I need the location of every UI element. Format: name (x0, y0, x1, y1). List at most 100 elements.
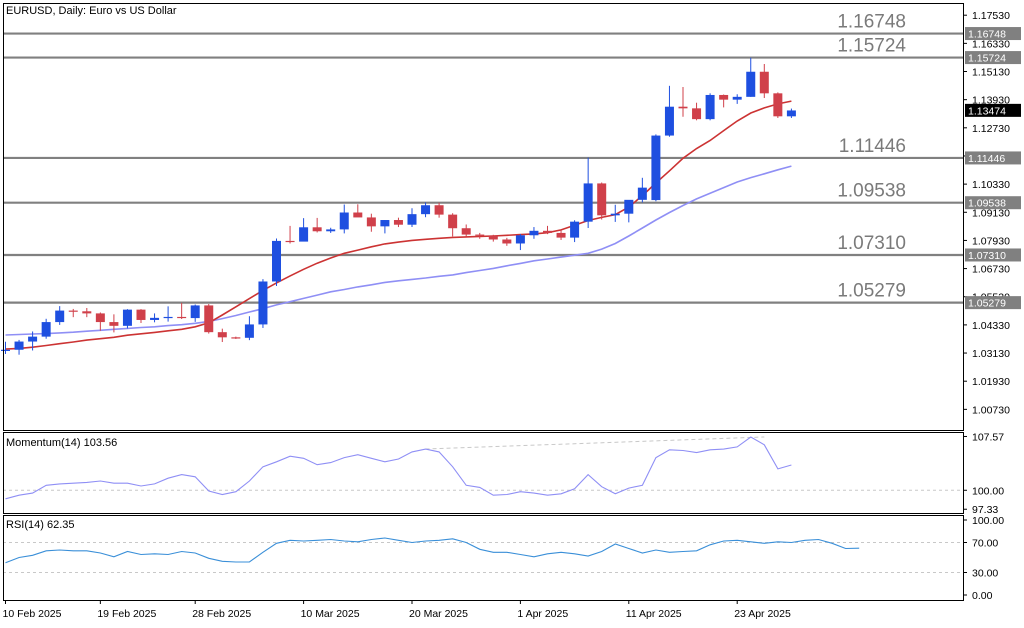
candle-body (177, 316, 187, 319)
price-tick-label: 1.15130 (972, 67, 1010, 79)
candle-body (515, 235, 525, 244)
candle-body (393, 220, 403, 225)
level-tag-label: 1.16748 (968, 29, 1006, 41)
level-label: 1.11446 (839, 136, 906, 157)
level-tag-label: 1.07310 (968, 250, 1006, 262)
candle-body (692, 108, 702, 120)
candle-body (732, 96, 742, 100)
date-tick-label: 11 Apr 2025 (626, 608, 682, 620)
candle-body (529, 230, 539, 236)
candle-body (461, 228, 471, 235)
candle-body (583, 183, 593, 222)
candle-body (231, 337, 241, 339)
candle-body (299, 227, 309, 242)
rsi-tick-label: 0.00 (972, 590, 993, 602)
level-tag-label: 1.09538 (968, 198, 1006, 210)
candle-body (610, 213, 620, 216)
level-tag-label: 1.11446 (968, 153, 1005, 165)
candle-body (556, 232, 566, 238)
candle-body (68, 310, 78, 312)
candle-body (326, 229, 336, 232)
candle-body (150, 317, 160, 320)
level-label: 1.05279 (837, 281, 906, 302)
momentum-label: Momentum(14) 103.56 (6, 437, 117, 449)
candle-body (366, 217, 376, 227)
candle-body (41, 322, 51, 337)
candle-body (786, 110, 796, 117)
candle-body (244, 324, 254, 338)
candle-body (55, 310, 65, 323)
candle-body (434, 205, 444, 215)
candle-body (664, 106, 674, 136)
candle-body (759, 71, 769, 94)
price-tick-label: 1.07930 (972, 235, 1010, 247)
price-tick-label: 1.03130 (972, 348, 1010, 360)
level-tag-label: 1.15724 (968, 53, 1006, 65)
chart-window: 1.16748 1.15724 1.11446 1.09538 1.07310 1.052… (0, 0, 1024, 623)
date-tick-label: 28 Feb 2025 (192, 608, 251, 620)
price-tick-label: 1.17530 (972, 10, 1010, 22)
momentum-tick-label: 107.57 (972, 431, 1004, 443)
candle-body (421, 205, 431, 215)
price-tick-label: 1.00730 (972, 404, 1010, 416)
level-tag-label: 1.05279 (968, 298, 1006, 310)
date-tick-label: 23 Apr 2025 (734, 608, 791, 620)
candle-body (272, 240, 281, 282)
candle-body (380, 220, 390, 227)
chart-canvas: 1.16748 1.15724 1.11446 1.09538 1.07310 1.052… (1, 3, 1021, 620)
level-label: 1.15724 (837, 36, 906, 57)
candle-body (353, 212, 363, 218)
candle-body (163, 316, 173, 319)
date-tick-label: 1 Apr 2025 (517, 608, 568, 620)
date-tick-label: 10 Mar 2025 (301, 608, 360, 620)
candle-body (502, 239, 512, 244)
candle-body (746, 71, 756, 97)
candle-body (773, 93, 783, 117)
candle-body (285, 240, 295, 243)
level-label: 1.16748 (837, 12, 906, 33)
price-tick-label: 1.06730 (972, 264, 1010, 276)
main-panel (3, 3, 963, 430)
candle-body (475, 234, 485, 236)
candle-body (705, 94, 715, 120)
candle-body (312, 227, 322, 232)
candle-body (407, 214, 417, 225)
candle-body (597, 183, 607, 216)
candle-body (339, 212, 349, 230)
price-tick-label: 1.10330 (972, 179, 1010, 191)
candle-body (448, 214, 458, 229)
candle-body (651, 135, 661, 201)
candle-body (82, 311, 92, 314)
candle-body (258, 281, 268, 325)
rsi-tick-label: 30.00 (972, 568, 998, 580)
candle-body (190, 305, 200, 319)
candle-body (719, 94, 729, 100)
date-tick-label: 10 Feb 2025 (3, 608, 62, 620)
price-tick-label: 1.12730 (972, 123, 1010, 135)
candle-body (122, 309, 132, 326)
candle-body (570, 221, 580, 238)
chart-title: EURUSD, Daily: Euro vs US Dollar (6, 5, 177, 17)
date-tick-label: 19 Feb 2025 (97, 608, 156, 620)
rsi-tick-label: 70.00 (972, 538, 998, 550)
momentum-panel (3, 432, 963, 513)
candle-body (136, 309, 146, 320)
candle-body (1, 349, 10, 351)
candle-body (624, 199, 634, 214)
price-tick-label: 1.04330 (972, 320, 1010, 332)
candle-body (678, 106, 688, 109)
momentum-tick-label: 100.00 (972, 485, 1004, 497)
level-label: 1.09538 (837, 181, 906, 202)
date-tick-label: 20 Mar 2025 (409, 608, 468, 620)
candle-body (637, 187, 647, 200)
level-label: 1.07310 (837, 233, 906, 254)
candle-body (109, 322, 119, 326)
rsi-label: RSI(14) 62.35 (6, 519, 74, 531)
candle-body (217, 332, 227, 338)
candle-body (95, 313, 105, 323)
price-tick-label: 1.01930 (972, 376, 1010, 388)
candle-body (204, 305, 214, 333)
candle-body (28, 336, 38, 342)
rsi-tick-label: 100.00 (972, 515, 1004, 527)
candle-body (488, 235, 498, 240)
